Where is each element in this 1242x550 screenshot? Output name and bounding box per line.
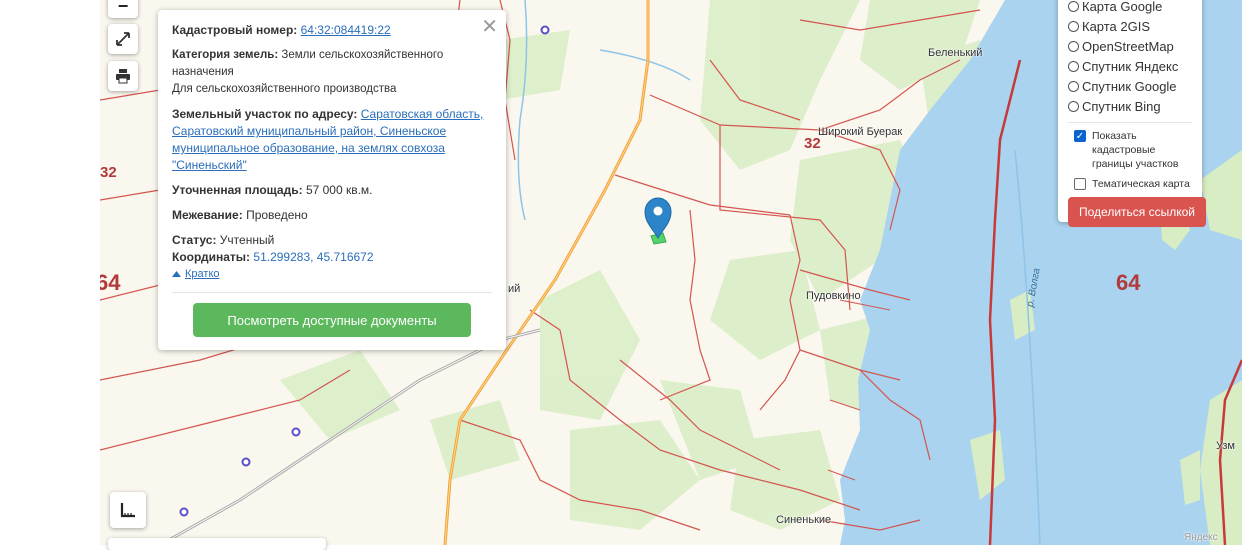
layer-option-label: Карта 2GIS xyxy=(1082,18,1151,34)
collapse-toggle[interactable]: Кратко xyxy=(172,268,492,280)
layer-option[interactable]: Спутник Google xyxy=(1068,76,1192,96)
layer-option-label: Спутник Google xyxy=(1082,78,1177,94)
cadastral-label: Кадастровый номер: xyxy=(172,23,298,37)
survey-value: Проведено xyxy=(246,208,308,222)
place-label: Пудовкино xyxy=(806,290,861,302)
layer-option-label: Спутник Bing xyxy=(1082,98,1161,114)
collapse-label: Кратко xyxy=(185,268,220,280)
category-use: Для сельскохозяйственного производства xyxy=(172,83,397,95)
zoom-out-button[interactable]: − xyxy=(108,0,138,18)
layer-option-label: Спутник Яндекс xyxy=(1082,58,1179,74)
checkbox-checked-icon[interactable]: ✓ xyxy=(1074,130,1086,142)
map-layers-panel: Карта Google Карта 2GIS OpenStreetMap Сп… xyxy=(1058,0,1206,227)
radio-icon[interactable] xyxy=(1068,40,1079,52)
cadastral-number-link[interactable]: 64:32:084419:22 xyxy=(301,23,391,37)
fullscreen-button[interactable] xyxy=(108,24,138,54)
layer-option-label: OpenStreetMap xyxy=(1082,38,1174,54)
divider xyxy=(1068,122,1192,123)
area-value: 57 000 кв.м. xyxy=(305,183,373,197)
layer-option[interactable]: Спутник Bing xyxy=(1068,96,1192,116)
radio-icon[interactable] xyxy=(1068,100,1079,112)
coordinates-label: Координаты: xyxy=(172,250,251,264)
map-watermark: Яндекс xyxy=(1184,532,1218,543)
checkbox-icon[interactable] xyxy=(1074,178,1086,190)
region-number: 32 xyxy=(804,135,821,152)
thematic-map-option[interactable]: Тематическая карта xyxy=(1068,177,1192,191)
radio-icon[interactable] xyxy=(1068,60,1079,72)
layer-option[interactable]: Спутник Яндекс xyxy=(1068,56,1192,76)
bottom-panel xyxy=(108,538,326,550)
minus-icon: − xyxy=(117,0,129,16)
place-label: Широкий Буерак xyxy=(818,126,903,138)
place-label: Беленький xyxy=(928,47,983,59)
area-label: Уточненная площадь: xyxy=(172,183,303,197)
place-label: Синенькие xyxy=(776,514,832,526)
location-marker xyxy=(644,197,672,239)
status-label: Статус: xyxy=(172,233,217,247)
layer-option[interactable]: OpenStreetMap xyxy=(1068,36,1192,56)
show-borders-option[interactable]: ✓ Показать кадастровые границы участков xyxy=(1068,129,1192,171)
radio-icon[interactable] xyxy=(1068,0,1079,12)
layer-option[interactable]: Карта Google xyxy=(1068,0,1192,16)
category-label: Категория земель: xyxy=(172,49,279,61)
coordinates-value: 51.299283, 45.716672 xyxy=(253,250,374,264)
place-label: ий xyxy=(508,283,521,295)
printer-icon xyxy=(116,69,130,84)
share-link-button[interactable]: Поделиться ссылкой xyxy=(1068,197,1206,227)
divider xyxy=(172,292,492,293)
close-icon[interactable]: ✕ xyxy=(481,14,498,39)
status-value: Учтенный xyxy=(219,233,275,247)
radio-icon[interactable] xyxy=(1068,20,1079,32)
survey-label: Межевание: xyxy=(172,208,243,222)
parcel-info-popup: ✕ Кадастровый номер: 64:32:084419:22 Кат… xyxy=(158,10,506,350)
region-number: 32 xyxy=(100,164,117,181)
show-borders-label: Показать кадастровые границы участков xyxy=(1092,130,1179,170)
radio-icon[interactable] xyxy=(1068,80,1079,92)
place-label: Узм xyxy=(1216,440,1235,452)
region-number: 64 xyxy=(1116,270,1141,295)
expand-icon xyxy=(116,32,130,46)
layer-option[interactable]: Карта 2GIS xyxy=(1068,16,1192,36)
address-label: Земельный участок по адресу: xyxy=(172,107,358,121)
layer-option-label: Карта Google xyxy=(1082,0,1163,14)
ruler-icon xyxy=(120,503,135,518)
ruler-button[interactable] xyxy=(110,492,146,528)
thematic-label: Тематическая карта xyxy=(1092,178,1190,190)
region-number: 64 xyxy=(100,270,121,295)
view-documents-button[interactable]: Посмотреть доступные документы xyxy=(193,303,471,337)
caret-up-icon xyxy=(172,271,181,277)
print-button[interactable] xyxy=(108,61,138,91)
